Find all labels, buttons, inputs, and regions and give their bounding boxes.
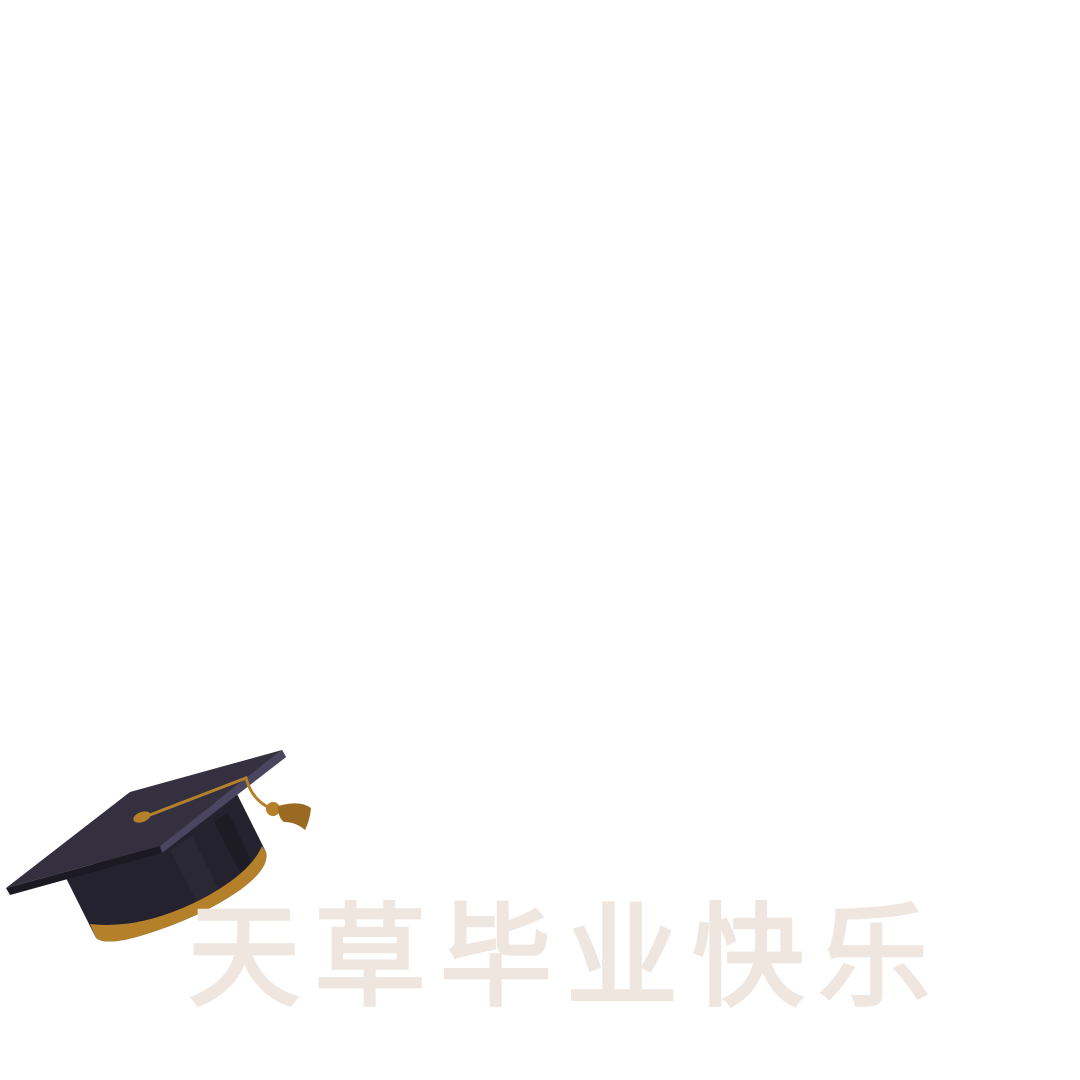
graduation-greeting: 天草毕业快乐 <box>188 893 944 1023</box>
poster-canvas: 天草毕业快乐 <box>0 0 1080 1080</box>
tassel-fringe <box>278 803 311 830</box>
tassel-knot <box>266 802 280 816</box>
